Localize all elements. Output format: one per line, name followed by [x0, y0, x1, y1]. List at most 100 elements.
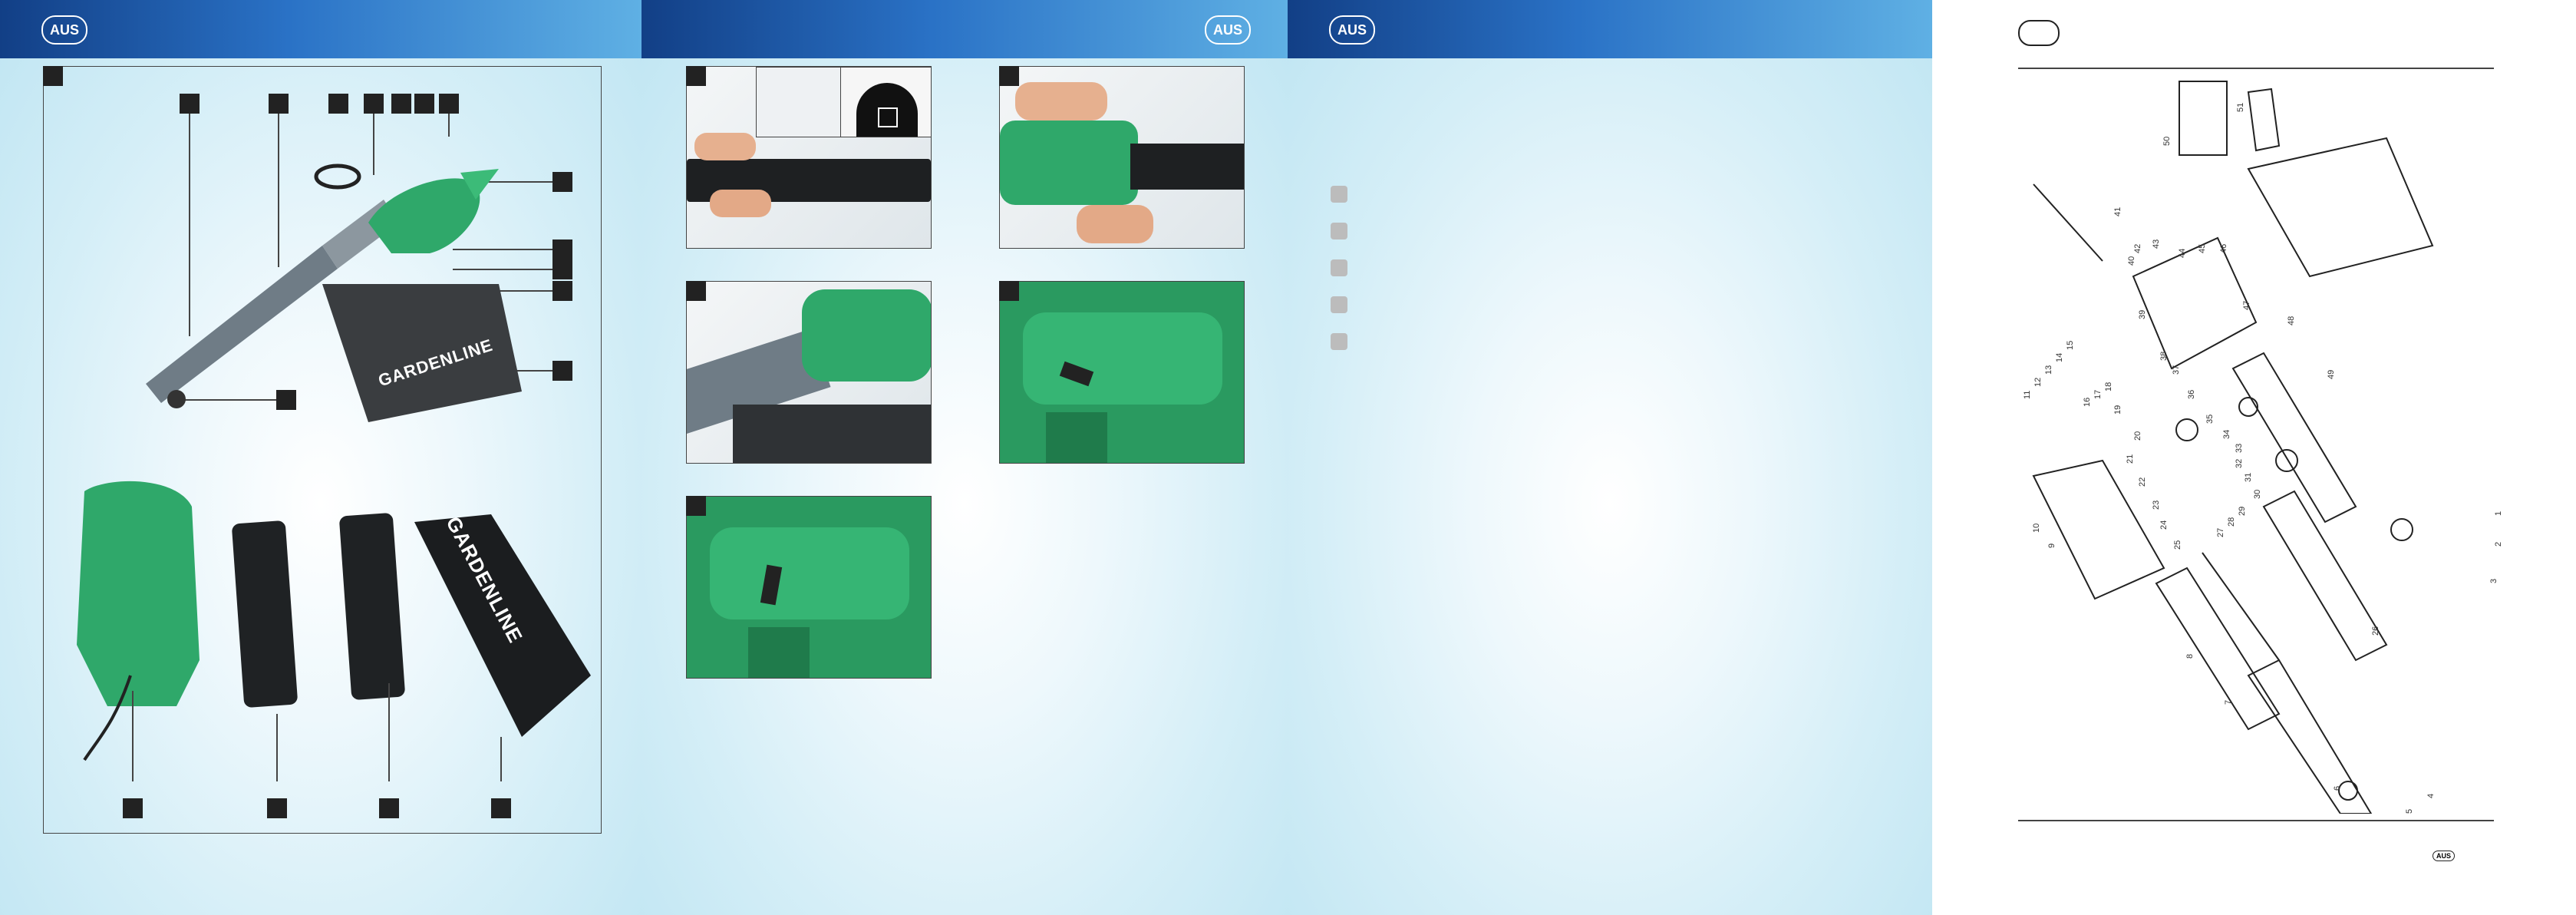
header-bar: [0, 0, 642, 58]
top-rule: [2018, 68, 2494, 69]
callout-marker: [552, 172, 572, 192]
step-photo: [686, 66, 932, 249]
callout-marker: [328, 94, 348, 114]
part-number-label: 15: [2066, 340, 2075, 350]
part-number-label: 35: [2205, 414, 2215, 424]
list-bullet: [1331, 296, 1347, 313]
part-number-label: 22: [2138, 477, 2147, 487]
part-number-label: 10: [2032, 523, 2041, 533]
step-photo: [686, 281, 932, 464]
page-3: AUS: [1288, 0, 1932, 915]
part-number-label: 43: [2152, 239, 2161, 249]
part-number-label: 37: [2172, 365, 2181, 375]
language-badge-outline: [2018, 20, 2060, 46]
exploded-diagram-page: AUS 1 2 3 4 5 6 7 8 9 10 11 12 13 14 15 …: [1932, 0, 2576, 915]
leader-line: [500, 737, 502, 781]
part-number-label: 42: [2133, 243, 2142, 253]
callout-marker: [379, 798, 399, 818]
part-number-label: 3: [2489, 578, 2498, 583]
part-number-label: 41: [2113, 206, 2122, 216]
part-number-label: 13: [2044, 365, 2053, 375]
part-number-label: 1: [2494, 510, 2503, 516]
inset-detail: [840, 67, 931, 137]
part-number-label: 23: [2152, 500, 2161, 510]
part-number-label: 21: [2126, 454, 2135, 464]
leader-line: [132, 691, 134, 781]
part-number-label: 49: [2327, 369, 2336, 379]
part-number-label: 12: [2033, 377, 2043, 387]
part-number-label: 39: [2138, 309, 2147, 319]
part-number-label: 46: [2219, 243, 2228, 253]
part-number-label: 36: [2187, 389, 2196, 399]
part-number-label: 20: [2133, 431, 2142, 441]
list-bullet: [1331, 186, 1347, 203]
part-number-label: 30: [2253, 489, 2262, 499]
assembled-blower-illustration: [146, 164, 522, 422]
part-number-label: 50: [2162, 136, 2172, 146]
callout-marker: [391, 94, 411, 114]
part-number-label: 8: [2185, 653, 2195, 659]
part-number-label: 14: [2055, 352, 2064, 362]
callout-marker: [123, 798, 143, 818]
header-bar: [642, 0, 1288, 58]
part-number-label: 45: [2198, 243, 2207, 253]
callout-marker: [439, 94, 459, 114]
country-badge: AUS: [41, 15, 87, 45]
country-badge: AUS: [1205, 15, 1251, 45]
part-number-label: 6: [2333, 785, 2342, 791]
part-number-label: 2: [2494, 541, 2503, 547]
step-marker: [686, 281, 706, 301]
list-bullet: [1331, 223, 1347, 239]
list-bullet: [1331, 333, 1347, 350]
part-number-label: 44: [2178, 248, 2187, 258]
page-2: AUS: [642, 0, 1288, 915]
leader-line: [448, 114, 450, 137]
part-number-label: 32: [2235, 458, 2244, 468]
callout-marker: [414, 94, 434, 114]
inset-detail: [756, 67, 842, 137]
part-number-label: 16: [2083, 397, 2092, 407]
step-photo: [686, 496, 932, 679]
step-marker: [999, 281, 1019, 301]
callout-marker: [267, 798, 287, 818]
page-1: AUS GARDENLINE GARDENLINE: [0, 0, 642, 915]
country-badge: AUS: [1329, 15, 1375, 45]
callout-marker: [552, 239, 572, 259]
leader-line: [276, 714, 278, 781]
part-number-label: 5: [2405, 808, 2414, 814]
part-number-label: 27: [2216, 527, 2225, 537]
part-number-label: 9: [2047, 543, 2057, 548]
step-marker: [686, 66, 706, 86]
callout-marker: [491, 798, 511, 818]
callout-marker: [364, 94, 384, 114]
part-number-label: 11: [2023, 390, 2032, 399]
callout-marker: [552, 281, 572, 301]
footer-badge: AUS: [2433, 851, 2456, 861]
part-number-label: 28: [2227, 517, 2236, 527]
step-photo: [999, 281, 1245, 464]
callout-marker: [552, 361, 572, 381]
step-marker: [999, 66, 1019, 86]
part-number-label: 24: [2159, 520, 2169, 530]
step-photo: [999, 66, 1245, 249]
list-bullet: [1331, 259, 1347, 276]
part-number-label: 29: [2238, 506, 2247, 516]
part-number-label: 51: [2236, 102, 2245, 112]
callout-marker: [552, 259, 572, 279]
part-number-label: 40: [2127, 256, 2136, 266]
part-number-label: 33: [2235, 443, 2244, 453]
part-number-label: 34: [2222, 429, 2231, 439]
part-number-label: 7: [2224, 699, 2233, 705]
part-number-label: 26: [2371, 626, 2380, 636]
step-marker: [686, 496, 706, 516]
callout-marker: [180, 94, 200, 114]
part-number-label: 19: [2113, 405, 2122, 415]
header-bar: [1288, 0, 1932, 58]
part-number-label: 38: [2159, 351, 2169, 361]
part-number-label: 25: [2173, 540, 2182, 550]
leader-line: [388, 683, 390, 781]
part-number-label: 17: [2093, 389, 2103, 399]
exploded-parts-drawing: [2032, 81, 2434, 814]
part-number-label: 31: [2244, 472, 2253, 482]
callout-marker: [269, 94, 289, 114]
